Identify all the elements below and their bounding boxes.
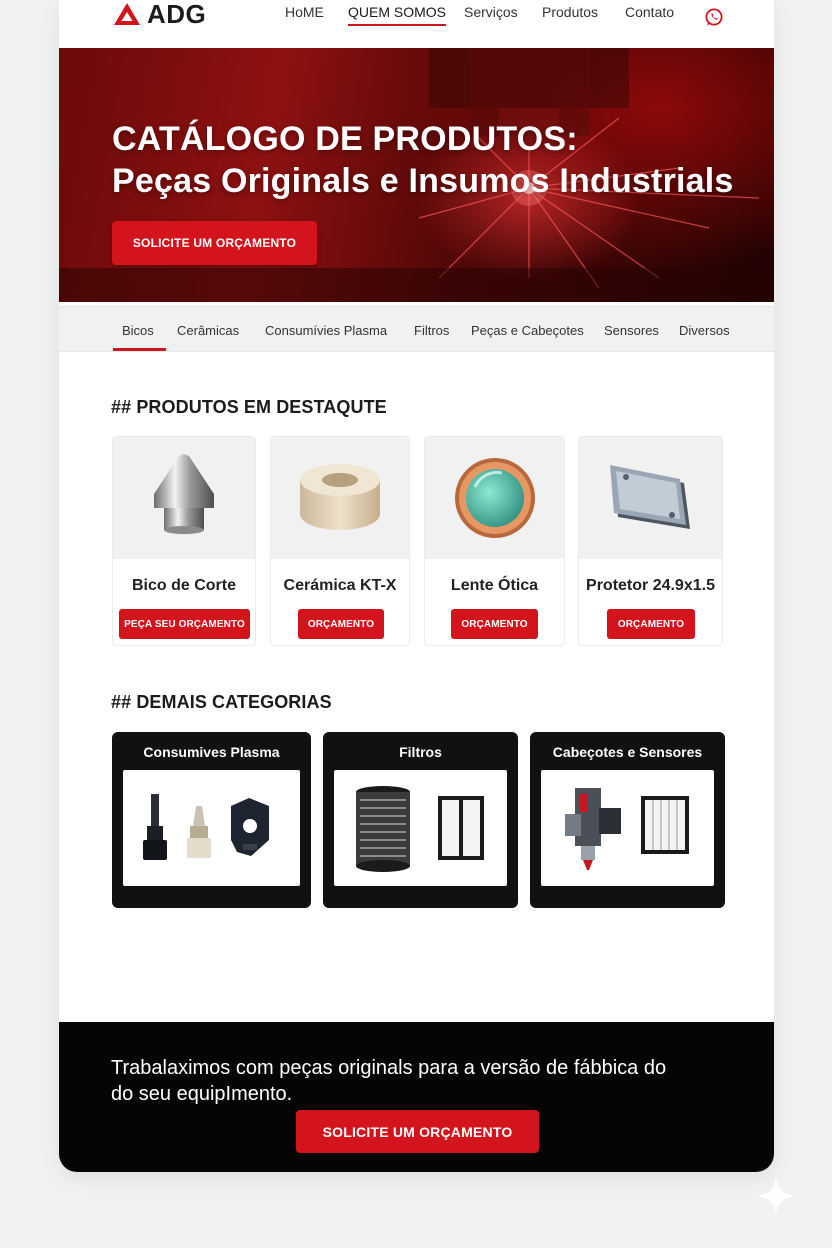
category-card-title: Filtros	[399, 744, 442, 760]
footer-cta-line2: do seu equipImento.	[111, 1083, 293, 1105]
product-card[interactable]: Bico de Corte PEÇA SEU ORÇAMENTO	[112, 436, 256, 646]
hero-banner: CATÁLOGO DE PRODUTOS: Peças Originals e …	[59, 48, 774, 302]
product-name: Lente Ótica	[450, 577, 539, 594]
tab-consumiveis-plasma[interactable]: Consumívies Plasma	[265, 323, 387, 338]
tab-diversos[interactable]: Diversos	[679, 323, 730, 338]
sparkle-icon	[756, 1176, 796, 1216]
nav-servicos[interactable]: Serviços	[464, 4, 518, 20]
nav-contato[interactable]: Contato	[625, 4, 674, 20]
tab-ceramicas[interactable]: Cerâmicas	[177, 323, 239, 338]
product-name: Bico de Corte	[131, 577, 236, 594]
category-card-image	[334, 770, 507, 886]
category-card-title: Cabeçotes e Sensores	[552, 744, 703, 760]
main-nav: HoME QUEM SOMOS Serviços Produtos Contat…	[59, 4, 774, 32]
hero-title-line2: Peças Originals e Insumos Industrials	[112, 162, 734, 200]
ceramic-ring-icon	[300, 464, 380, 530]
hero-title-line1: CATÁLOGO DE PRODUTOS:	[112, 120, 578, 158]
filters-icon	[356, 786, 484, 872]
product-image	[579, 437, 722, 559]
category-tabs: Bicos Cerâmicas Consumívies Plasma Filtr…	[59, 306, 774, 352]
footer-cta-line1: Trabalaximos com peças originals para a …	[111, 1057, 667, 1079]
whatsapp-icon[interactable]	[704, 7, 724, 27]
tab-sensores[interactable]: Sensores	[604, 323, 659, 338]
footer-cta: Trabalaximos com peças originals para a …	[59, 1022, 774, 1172]
category-card-filtros[interactable]: Filtros	[323, 732, 518, 908]
category-card-plasma[interactable]: Consumives Plasma	[112, 732, 311, 908]
product-image	[425, 437, 564, 559]
product-name: Cerámica KT-X	[283, 577, 397, 594]
lens-icon	[454, 458, 535, 538]
tab-pecas-cabecotes[interactable]: Peças e Cabeçotes	[471, 323, 584, 338]
product-quote-button[interactable]: ORÇAMENTO	[298, 609, 384, 639]
product-card[interactable]: Cerámica KT-X ORÇAMENTO	[270, 436, 410, 646]
nozzle-icon	[154, 454, 214, 534]
nav-produtos[interactable]: Produtos	[542, 4, 598, 20]
product-card[interactable]: Protetor 24.9x1.5 ORÇAMENTO	[578, 436, 723, 646]
hero-title: CATÁLOGO DE PRODUTOS: Peças Originals e …	[112, 118, 734, 202]
product-quote-button[interactable]: PEÇA SEU ORÇAMENTO	[119, 609, 250, 639]
hero-quote-button[interactable]: SOLICITE UM ORÇAMENTO	[112, 221, 317, 265]
category-card-image	[541, 770, 714, 886]
cutting-head-icon	[565, 788, 689, 870]
category-card-cabecotes[interactable]: Cabeçotes e Sensores	[530, 732, 725, 908]
product-quote-button[interactable]: ORÇAMENTO	[607, 609, 695, 639]
footer-cta-text: Trabalaximos com peças originals para a …	[111, 1055, 731, 1107]
product-image	[271, 437, 409, 559]
footer-quote-button[interactable]: SOLICITE UM ORÇAMENTO	[296, 1110, 539, 1153]
site-header: ADG HoME QUEM SOMOS Serviços Produtos Co…	[59, 0, 774, 48]
product-image	[113, 437, 255, 559]
product-name: Protetor 24.9x1.5	[586, 577, 715, 594]
page: ADG HoME QUEM SOMOS Serviços Produtos Co…	[59, 0, 774, 1172]
nav-quem-somos[interactable]: QUEM SOMOS	[348, 4, 447, 26]
plasma-consumables-icon	[143, 794, 269, 860]
product-card[interactable]: Lente Ótica ORÇAMENTO	[424, 436, 565, 646]
product-quote-button[interactable]: ORÇAMENTO	[451, 609, 538, 639]
category-card-image	[123, 770, 300, 886]
featured-title: ## PRODUTOS EM DESTAQUTE	[111, 397, 387, 417]
other-categories-title: ## DEMAIS CATEGORIAS	[111, 692, 332, 712]
category-card-title: Consumives Plasma	[143, 744, 280, 760]
nav-home[interactable]: HoME	[285, 4, 324, 20]
protective-window-icon	[609, 465, 690, 529]
tab-filtros[interactable]: Filtros	[414, 323, 449, 338]
tab-bicos[interactable]: Bicos	[113, 323, 166, 351]
